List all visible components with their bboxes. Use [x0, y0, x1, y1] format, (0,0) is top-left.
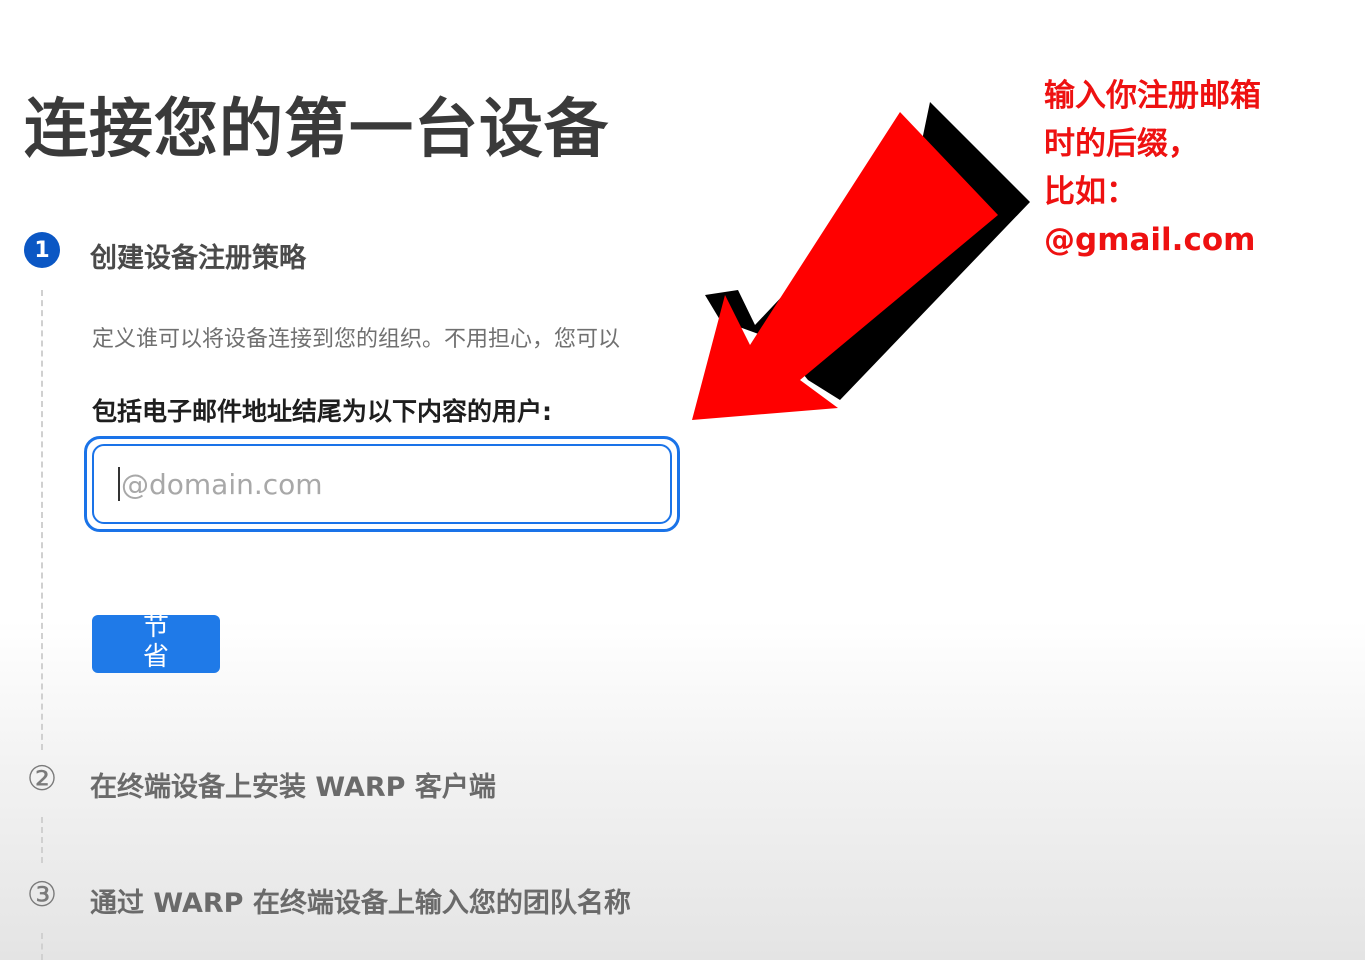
step-3-title[interactable]: 通过 WARP 在终端设备上输入您的团队名称: [90, 881, 631, 920]
step-3-indicator: ③: [26, 875, 58, 915]
step-1-indicator: 1: [24, 232, 60, 268]
email-suffix-label: 包括电子邮件地址结尾为以下内容的用户:: [92, 397, 552, 426]
email-suffix-field-box: [92, 444, 672, 524]
save-button-label: 节省: [142, 615, 169, 672]
step-connector-3: [41, 933, 43, 960]
step-connector-2: [41, 817, 43, 863]
annotation-line-1: 输入你注册邮箱: [1044, 78, 1261, 114]
step-1-description-text: 定义谁可以将设备连接到您的组织。不用担心，您可以: [92, 327, 621, 352]
save-button[interactable]: 节省: [92, 615, 220, 673]
annotation-line-3: 比如：: [1044, 174, 1137, 210]
annotation-note: 输入你注册邮箱 时的后缀， 比如： @gmail.com: [1044, 72, 1261, 264]
annotation-line-4: @gmail.com: [1044, 222, 1256, 258]
annotation-arrow-icon: [692, 102, 1030, 420]
email-suffix-input[interactable]: [121, 467, 670, 501]
step-1-title[interactable]: 创建设备注册策略: [90, 236, 306, 275]
step-2-indicator: ②: [26, 759, 58, 799]
step-2-title[interactable]: 在终端设备上安装 WARP 客户端: [90, 765, 496, 804]
annotation-line-2: 时的后缀，: [1044, 126, 1199, 162]
page-title: 连接您的第一台设备: [24, 93, 609, 167]
step-connector-1: [41, 290, 43, 750]
text-caret: [118, 467, 120, 501]
email-suffix-field-focus-ring: [84, 436, 680, 532]
